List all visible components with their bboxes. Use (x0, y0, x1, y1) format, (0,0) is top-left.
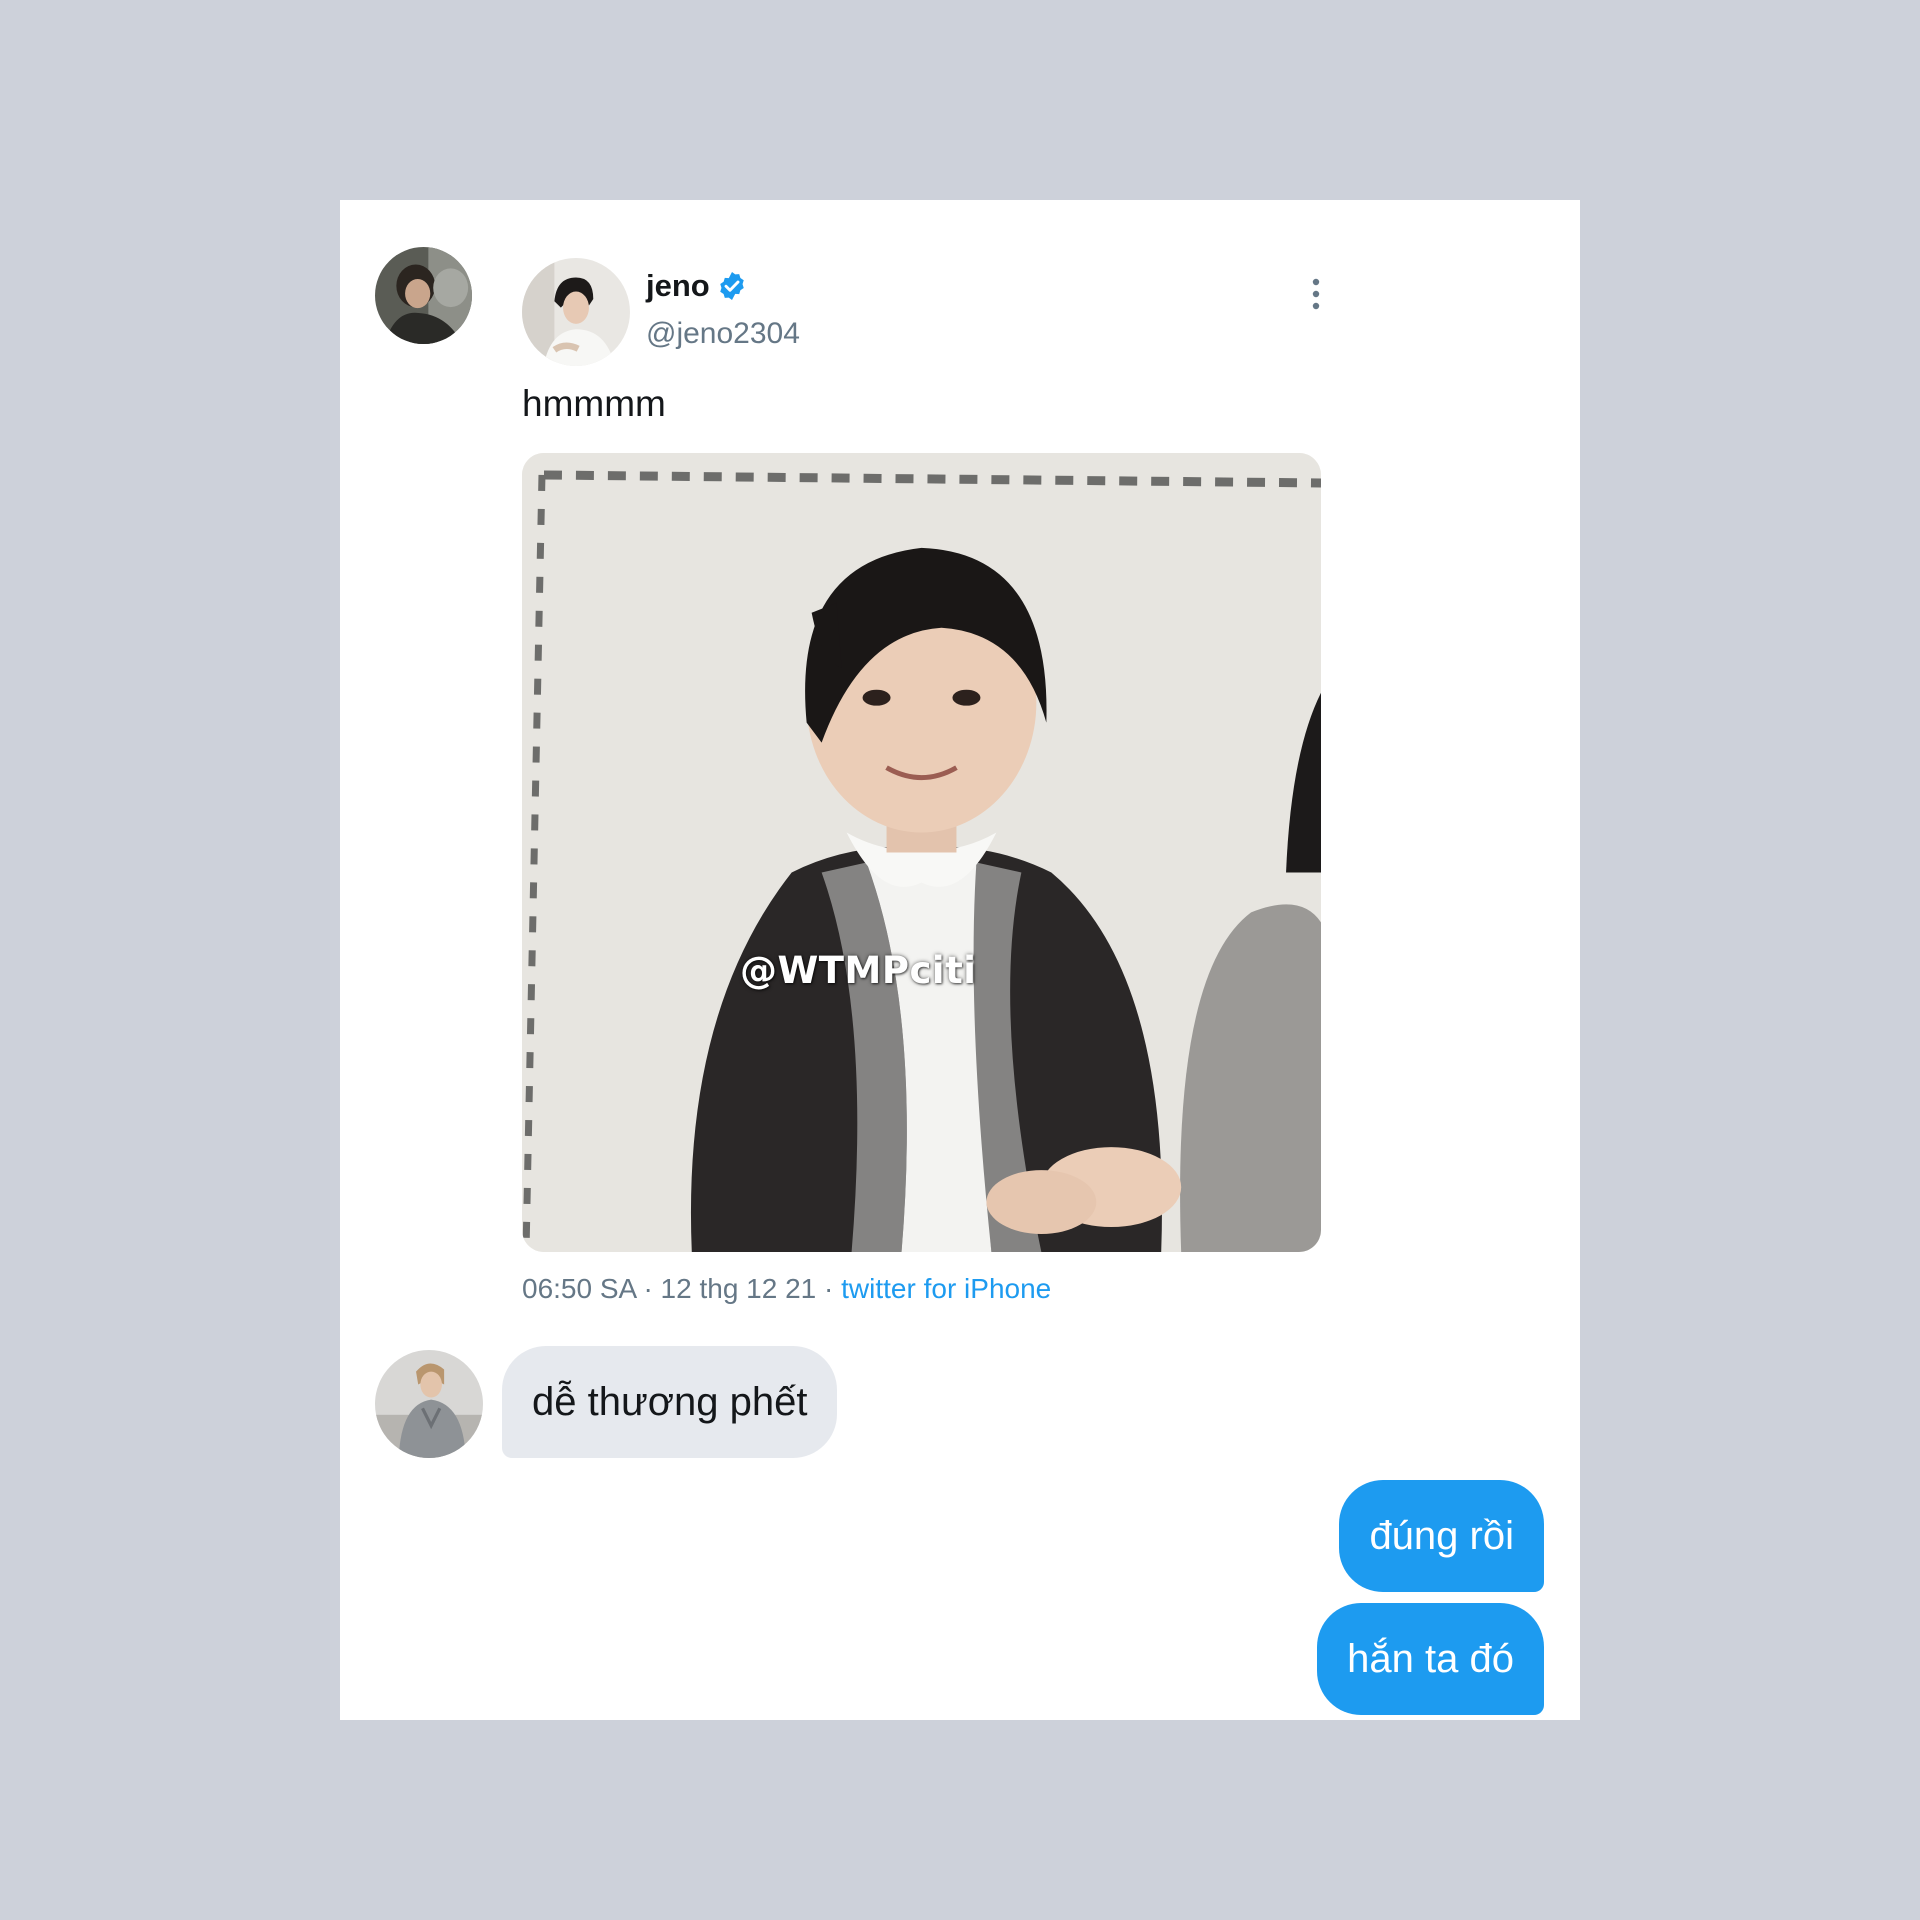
tweet-source-link[interactable]: twitter for iPhone (841, 1273, 1051, 1304)
author-name-text: jeno (646, 268, 710, 303)
tweet-author-avatar-image (522, 258, 630, 366)
tweet-text: hmmmm (522, 383, 666, 424)
tweet-author-handle[interactable]: @jeno2304 (646, 317, 800, 351)
verified-badge-icon (716, 270, 748, 302)
meta-separator: · (824, 1273, 834, 1304)
sharer-avatar-image (375, 247, 472, 344)
contact-avatar[interactable] (375, 1350, 483, 1458)
contact-avatar-image (375, 1350, 483, 1458)
tweet-author-avatar[interactable] (522, 258, 630, 366)
more-vertical-icon[interactable] (1306, 274, 1326, 314)
sharer-avatar[interactable] (375, 247, 472, 344)
outgoing-message-bubble[interactable]: đúng rồi (1339, 1480, 1544, 1592)
tweet-time: 06:50 SA (522, 1273, 636, 1304)
tweet-author-name[interactable]: jeno (646, 268, 748, 304)
tweet-image[interactable]: @WTMPciti (522, 453, 1321, 1252)
outgoing-message-bubble[interactable]: hắn ta đó (1317, 1603, 1544, 1715)
incoming-message-bubble[interactable]: dễ thương phết (502, 1346, 838, 1458)
chat-card: jeno @jeno2304 hmmmm @WTMPciti 06:50 SA … (340, 200, 1580, 1720)
image-watermark: @WTMPciti (740, 949, 977, 992)
tweet-meta: 06:50 SA · 12 thg 12 21 · twitter for iP… (522, 1273, 1051, 1305)
tweet-photo (522, 453, 1321, 1252)
meta-separator: · (643, 1273, 653, 1304)
tweet-date: 12 thg 12 21 (660, 1273, 817, 1304)
